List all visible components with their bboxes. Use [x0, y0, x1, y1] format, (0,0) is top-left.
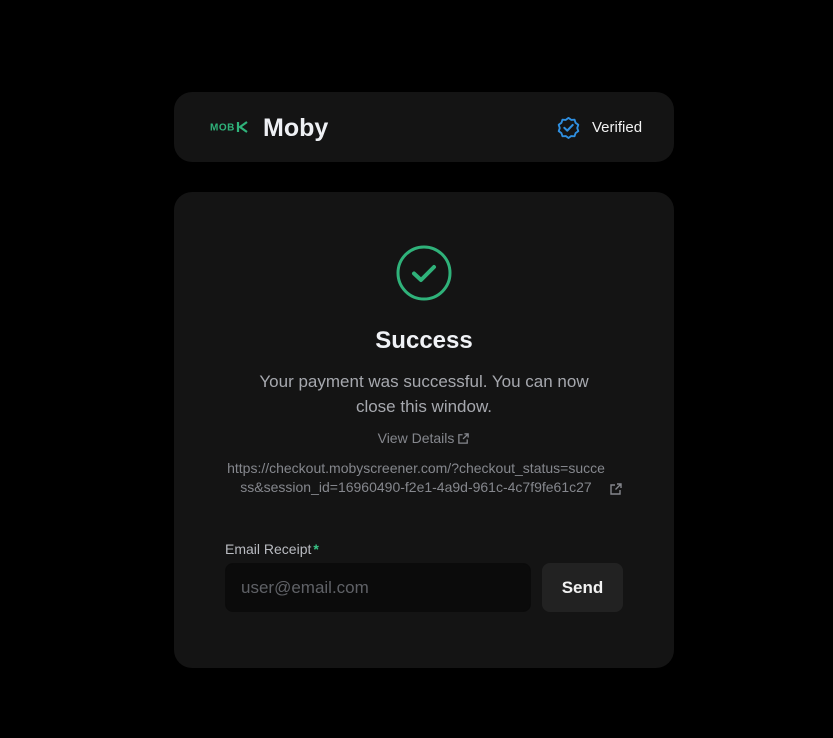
email-receipt-label: Email Receipt * [225, 540, 319, 558]
email-receipt-label-text: Email Receipt [225, 541, 312, 557]
verified-label: Verified [592, 119, 643, 136]
checkout-url-link[interactable]: https://checkout.mobyscreener.com/?check… [226, 459, 606, 497]
brand-logo-text: MOB [210, 123, 235, 134]
merchant-header: MOB Moby Verified [174, 92, 674, 162]
moby-logo-icon: MOB [210, 121, 248, 134]
check-circle-icon [396, 245, 452, 301]
status-title: Success [375, 327, 473, 354]
send-button[interactable]: Send [542, 563, 623, 612]
view-details-label: View Details [377, 430, 455, 446]
required-marker: * [313, 541, 319, 557]
merchant-name: Moby [263, 114, 329, 142]
external-link-icon[interactable] [609, 482, 623, 496]
email-input[interactable] [225, 563, 531, 612]
verified-badge-icon [557, 116, 580, 139]
payment-status-card: Success Your payment was successful. You… [174, 192, 674, 668]
status-message: Your payment was successful. You can now… [259, 372, 589, 416]
external-link-icon [458, 433, 470, 444]
view-details-link[interactable]: View Details [174, 429, 674, 447]
